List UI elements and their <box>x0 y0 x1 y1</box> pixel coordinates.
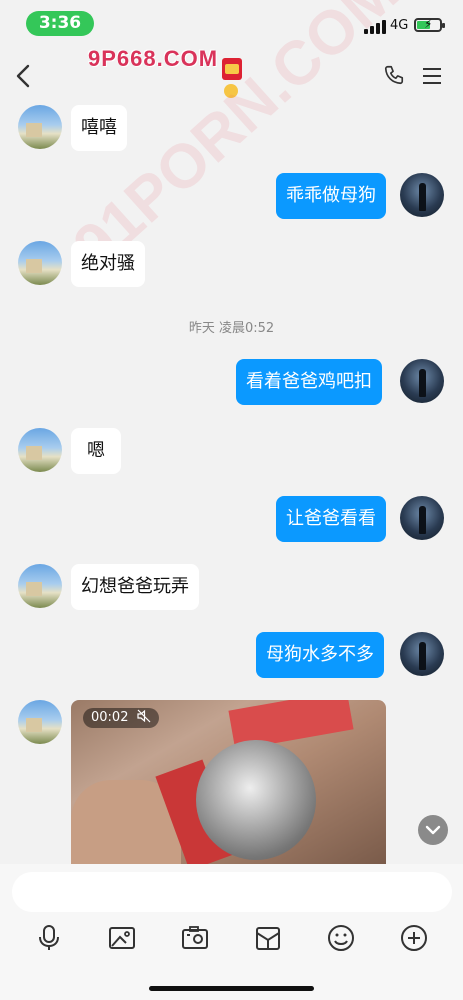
my-avatar[interactable] <box>400 632 444 676</box>
video-duration-badge: 00:02 <box>83 708 159 728</box>
microphone-icon[interactable] <box>35 924 63 952</box>
menu-icon[interactable] <box>423 68 441 84</box>
plus-icon[interactable] <box>400 924 428 952</box>
message-timestamp: 昨天 凌晨0:52 <box>188 321 275 336</box>
my-avatar[interactable] <box>400 359 444 403</box>
phone-icon[interactable] <box>383 64 405 86</box>
camera-icon[interactable] <box>181 924 209 952</box>
image-icon[interactable] <box>108 924 136 952</box>
message-bubble-outgoing[interactable]: 乖乖做母狗 <box>276 173 386 219</box>
message-bubble-incoming[interactable]: 嘻嘻 <box>71 105 127 151</box>
contact-avatar[interactable] <box>18 700 62 744</box>
watermark-logo: 9P668.COM <box>88 46 219 71</box>
emoji-icon[interactable] <box>327 924 355 952</box>
my-avatar[interactable] <box>400 173 444 217</box>
contact-avatar[interactable] <box>18 105 62 149</box>
message-bubble-outgoing[interactable]: 看着爸爸鸡吧扣 <box>236 359 382 405</box>
chevron-down-icon <box>425 825 441 835</box>
contact-avatar[interactable] <box>18 564 62 608</box>
scroll-to-bottom-button[interactable] <box>418 815 448 845</box>
back-icon[interactable] <box>14 64 34 88</box>
message-bubble-incoming[interactable]: 绝对骚 <box>71 241 145 287</box>
mute-icon <box>137 709 151 723</box>
battery-icon: ⚡ <box>414 17 445 32</box>
composer-bar <box>0 864 463 1000</box>
message-bubble-incoming[interactable]: 幻想爸爸玩弄 <box>71 564 199 610</box>
message-bubble-incoming[interactable]: 嗯 <box>71 428 121 474</box>
message-bubble-outgoing[interactable]: 让爸爸看看 <box>276 496 386 542</box>
home-indicator[interactable] <box>149 986 314 991</box>
message-bubble-outgoing[interactable]: 母狗水多不多 <box>256 632 384 678</box>
contact-avatar[interactable] <box>18 428 62 472</box>
message-input[interactable] <box>12 872 452 912</box>
video-message[interactable]: 00:02 <box>71 700 386 864</box>
contact-avatar[interactable] <box>18 241 62 285</box>
status-time[interactable]: 3:36 <box>26 11 94 36</box>
gift-icon[interactable] <box>254 924 282 952</box>
my-avatar[interactable] <box>400 496 444 540</box>
video-duration: 00:02 <box>91 710 129 725</box>
